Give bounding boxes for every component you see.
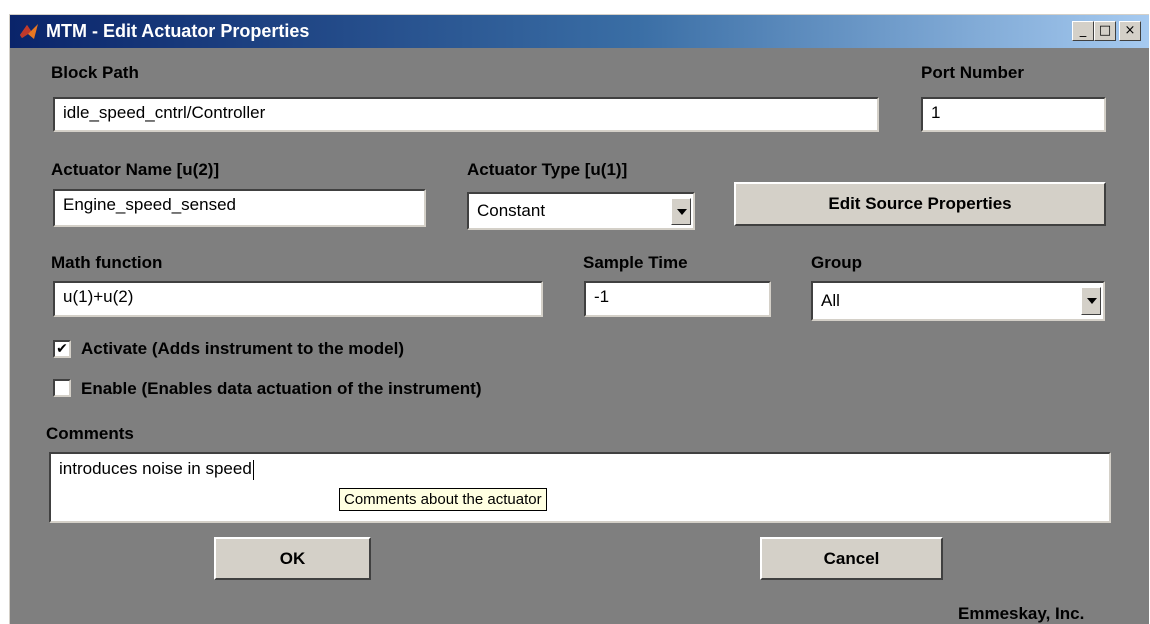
text-caret xyxy=(252,459,254,480)
title-bar[interactable]: MTM - Edit Actuator Properties _ □ × xyxy=(10,15,1149,48)
comments-label: Comments xyxy=(46,424,134,443)
company-label: Emmeskay, Inc. xyxy=(958,604,1085,623)
block-path-field[interactable]: idle_speed_cntrl/Controller xyxy=(53,97,879,132)
actuator-name-field[interactable]: Engine_speed_sensed xyxy=(53,189,426,227)
comments-textarea[interactable]: introduces noise in speed xyxy=(49,452,1111,523)
math-function-field[interactable]: u(1)+u(2) xyxy=(53,281,543,317)
close-button[interactable]: × xyxy=(1119,21,1141,41)
actuator-type-value: Constant xyxy=(477,201,546,220)
window-title: MTM - Edit Actuator Properties xyxy=(46,21,310,41)
port-number-label: Port Number xyxy=(921,63,1024,82)
enable-label: Enable (Enables data actuation of the in… xyxy=(81,379,482,398)
group-label: Group xyxy=(811,253,862,272)
group-value: All xyxy=(821,291,840,310)
actuator-type-select[interactable]: Constant xyxy=(467,192,695,230)
enable-checkbox[interactable] xyxy=(53,379,71,397)
actuator-name-label: Actuator Name [u(2)] xyxy=(51,160,220,179)
comments-text: introduces noise in speed xyxy=(59,459,252,478)
port-number-field[interactable]: 1 xyxy=(921,97,1106,132)
activate-label: Activate (Adds instrument to the model) xyxy=(81,339,405,358)
edit-source-properties-button[interactable]: Edit Source Properties xyxy=(734,182,1106,226)
math-function-label: Math function xyxy=(51,253,163,272)
maximize-button[interactable]: □ xyxy=(1094,21,1116,41)
minimize-button[interactable]: _ xyxy=(1072,21,1094,41)
chevron-down-icon[interactable] xyxy=(1081,287,1101,315)
cancel-button[interactable]: Cancel xyxy=(760,537,943,580)
dialog-window: MTM - Edit Actuator Properties _ □ × Blo… xyxy=(9,14,1149,624)
block-path-label: Block Path xyxy=(51,63,139,82)
actuator-type-label: Actuator Type [u(1)] xyxy=(467,160,628,179)
sample-time-field[interactable]: -1 xyxy=(584,281,771,317)
group-select[interactable]: All xyxy=(811,281,1105,321)
ok-button[interactable]: OK xyxy=(214,537,371,580)
chevron-down-icon[interactable] xyxy=(671,198,691,225)
matlab-logo-icon xyxy=(20,24,38,39)
sample-time-label: Sample Time xyxy=(583,253,688,272)
comments-tooltip: Comments about the actuator xyxy=(339,488,547,511)
activate-checkbox[interactable]: ✔ xyxy=(53,340,71,358)
